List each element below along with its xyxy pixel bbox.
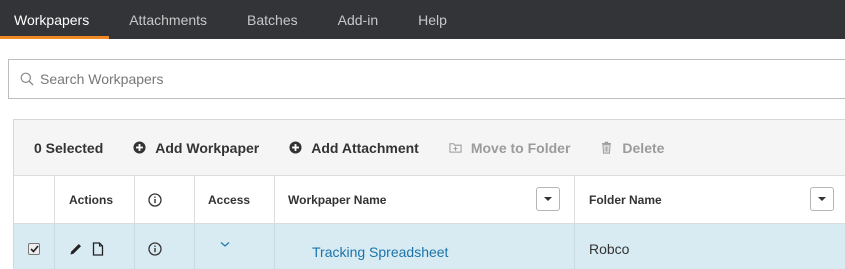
chevron-down-icon[interactable] (220, 241, 230, 248)
row-access-cell (195, 224, 275, 269)
workpaper-name-link[interactable]: Tracking Spreadsheet (312, 244, 448, 260)
header-actions-label: Actions (69, 192, 114, 207)
search-bar[interactable] (8, 59, 845, 99)
tab-workpapers[interactable]: Workpapers (0, 0, 110, 39)
row-workpaper-name-cell: Tracking Spreadsheet (275, 224, 575, 269)
trash-icon (602, 141, 612, 154)
plus-circle-icon (289, 141, 302, 154)
tab-attachments[interactable]: Attachments (109, 0, 227, 39)
checkmark-icon (29, 245, 39, 253)
pencil-icon[interactable] (69, 242, 83, 256)
grid-toolbar: 0 Selected Add Workpaper Add Attachment (14, 120, 845, 176)
header-access: Access (195, 176, 275, 223)
header-access-label: Access (208, 192, 251, 207)
row-checkbox[interactable] (28, 243, 40, 255)
document-icon[interactable] (92, 242, 104, 256)
folder-plus-icon (449, 143, 462, 153)
add-workpaper-label: Add Workpaper (155, 139, 260, 156)
tab-add-in[interactable]: Add-in (318, 0, 398, 39)
table-header: Actions Access Workpaper Name Folder Nam… (14, 176, 845, 224)
search-input[interactable] (40, 71, 740, 87)
header-workpaper-name[interactable]: Workpaper Name (275, 176, 575, 223)
header-folder-name[interactable]: Folder Name (575, 176, 845, 223)
row-select-cell (14, 224, 55, 269)
info-icon[interactable] (148, 242, 162, 256)
move-to-folder-button[interactable]: Move to Folder (449, 139, 571, 156)
add-attachment-label: Add Attachment (311, 139, 419, 156)
table-row[interactable]: Tracking Spreadsheet Robco (14, 224, 845, 269)
delete-button[interactable]: Delete (600, 140, 664, 156)
delete-label: Delete (622, 139, 665, 156)
tab-batches[interactable]: Batches (227, 0, 318, 39)
search-icon (20, 72, 34, 86)
top-nav: Workpapers Attachments Batches Add-in He… (0, 0, 845, 39)
header-select-column (14, 176, 55, 223)
info-icon (148, 192, 162, 207)
selected-count: 0 Selected (34, 139, 104, 156)
header-folder-name-label: Folder Name (589, 192, 662, 207)
plus-circle-icon (133, 141, 146, 154)
workpapers-grid: 0 Selected Add Workpaper Add Attachment (13, 119, 845, 269)
header-workpaper-name-label: Workpaper Name (288, 192, 387, 207)
row-info-cell (135, 224, 195, 269)
header-actions: Actions (55, 176, 135, 223)
add-attachment-button[interactable]: Add Attachment (289, 140, 419, 156)
caret-down-icon (818, 197, 826, 201)
header-info (135, 176, 195, 223)
add-workpaper-button[interactable]: Add Workpaper (133, 140, 259, 156)
row-actions-cell (55, 224, 135, 269)
folder-name-value: Robco (589, 241, 630, 257)
tab-help[interactable]: Help (398, 0, 467, 39)
folder-name-filter-dropdown[interactable] (810, 187, 834, 211)
workpaper-name-filter-dropdown[interactable] (536, 187, 560, 211)
caret-down-icon (544, 197, 552, 201)
row-folder-name-cell: Robco (575, 224, 845, 269)
move-to-folder-label: Move to Folder (470, 139, 571, 156)
